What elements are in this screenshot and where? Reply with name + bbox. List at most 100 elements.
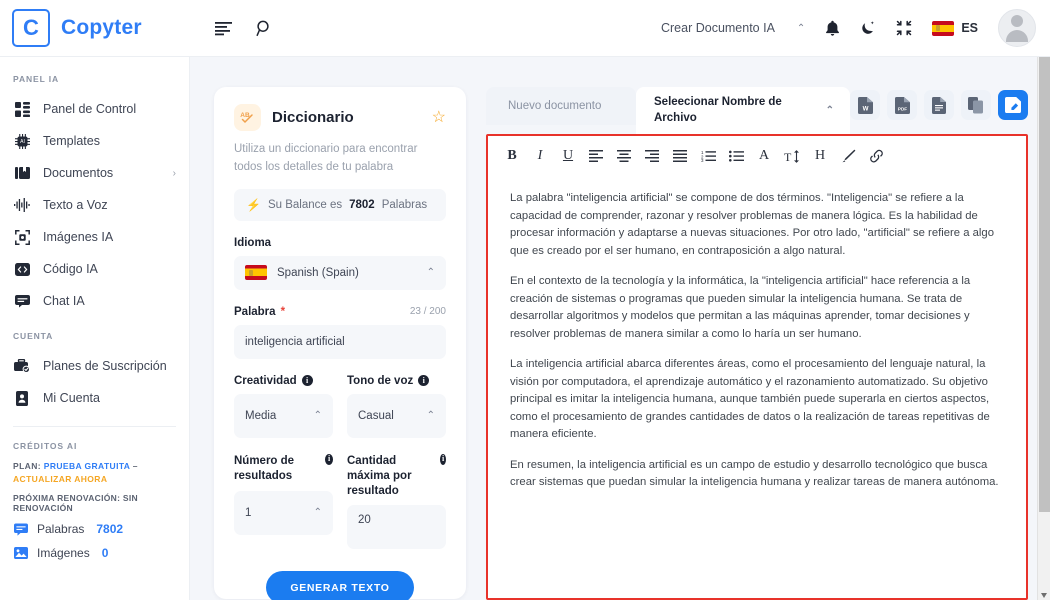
create-document-dropdown[interactable]: Crear Documento IA ⌃	[661, 21, 805, 35]
language-switcher[interactable]: ES	[932, 20, 978, 36]
sidebar-item-label: Templates	[43, 134, 100, 148]
align-justify-icon[interactable]	[666, 144, 694, 168]
chip-ai-icon: AI	[13, 132, 31, 150]
tab-label: Seleecionar Nombre de Archivo	[654, 95, 782, 124]
save-document-button[interactable]	[998, 90, 1028, 120]
max-amount-value: 20	[358, 514, 371, 527]
info-icon[interactable]: i	[418, 375, 430, 387]
sidebar-item-templates[interactable]: AI Templates	[0, 125, 189, 157]
tone-group: Tono de voz i Casual ⌃	[347, 359, 446, 438]
sidebar-item-chat-ia[interactable]: Chat IA	[0, 285, 189, 317]
star-outline-icon[interactable]: ☆	[432, 109, 446, 126]
brand-logo[interactable]: C Copyter	[0, 9, 190, 47]
max-amount-input[interactable]: 20	[347, 505, 446, 550]
align-left-icon[interactable]	[582, 144, 610, 168]
results-group: Número de resultados i 1 ⌃	[234, 438, 333, 550]
numero-label: Número de resultados i	[234, 453, 333, 484]
sidebar-item-codigo-ia[interactable]: Código IA	[0, 253, 189, 285]
results-amount-row: Número de resultados i 1 ⌃ Cantidad máxi…	[234, 438, 446, 550]
export-pdf-button[interactable]: PDF	[887, 90, 917, 120]
tab-seleccionar-nombre-archivo[interactable]: Seleecionar Nombre de Archivo ⌃	[636, 87, 850, 134]
bell-icon[interactable]	[825, 20, 840, 37]
spain-flag-icon	[932, 20, 955, 36]
main-content: AB Diccionario ☆ Utiliza un diccionario …	[190, 57, 1050, 600]
align-center-icon[interactable]	[610, 144, 638, 168]
italic-icon[interactable]: I	[526, 144, 554, 168]
sidebar-item-planes-de-suscripcion[interactable]: Planes de Suscripción	[0, 350, 189, 382]
chevron-up-icon: ⌃	[825, 104, 834, 116]
svg-text:AI: AI	[20, 139, 25, 145]
tono-label: Tono de voz i	[347, 375, 446, 387]
export-text-button[interactable]	[924, 90, 954, 120]
renewal-line: PRÓXIMA RENOVACIÓN: SIN RENOVACIÓN	[13, 492, 138, 513]
link-icon[interactable]	[862, 144, 890, 168]
formatting-toolbar: B I U 1 2 3 A T H	[488, 136, 1026, 174]
image-icon	[13, 546, 28, 561]
palabra-input[interactable]: inteligencia artificial	[234, 324, 446, 359]
cantidad-label-text: Cantidad máxima por resultado	[347, 454, 412, 497]
vertical-scrollbar[interactable]	[1037, 57, 1050, 600]
search-icon[interactable]	[256, 20, 273, 37]
sidebar-item-panel-de-control[interactable]: Panel de Control	[0, 93, 189, 125]
highlight-icon[interactable]	[834, 144, 862, 168]
idioma-label-text: Idioma	[234, 236, 272, 249]
scroll-down-arrow-icon[interactable]	[1041, 593, 1047, 598]
svg-text:W: W	[862, 105, 868, 112]
ordered-list-icon[interactable]: 1 2 3	[694, 144, 722, 168]
plan-upgrade-link[interactable]: ACTUALIZAR AHORA	[13, 474, 107, 484]
menu-lines-icon[interactable]	[215, 21, 232, 36]
generate-text-button[interactable]: GENERAR TEXTO	[266, 571, 414, 600]
id-card-icon	[13, 389, 31, 407]
heading-icon[interactable]: H	[806, 144, 834, 168]
font-family-icon[interactable]: A	[750, 144, 778, 168]
font-size-icon[interactable]: T	[778, 144, 806, 168]
dashboard-icon	[13, 100, 31, 118]
chat-bubble-icon	[13, 522, 28, 537]
underline-icon[interactable]: U	[554, 144, 582, 168]
align-right-icon[interactable]	[638, 144, 666, 168]
language-select[interactable]: Spanish (Spain) ⌃	[234, 255, 446, 290]
moon-icon[interactable]	[860, 20, 876, 36]
sidebar-item-mi-cuenta[interactable]: Mi Cuenta	[0, 382, 189, 414]
creatividad-label-text: Creatividad	[234, 374, 297, 387]
sidebar-section-credits: CRÉDITOS AI	[13, 441, 78, 451]
avatar[interactable]	[998, 9, 1036, 47]
sidebar: PANEL IA Panel de Control AI Templates D…	[0, 57, 190, 600]
logo-letter: C	[23, 15, 39, 40]
sidebar-item-texto-a-voz[interactable]: Texto a Voz	[0, 189, 189, 221]
credit-label: Imágenes	[37, 546, 90, 560]
sidebar-item-documentos[interactable]: Documentos ›	[0, 157, 189, 189]
sidebar-item-label: Código IA	[43, 262, 98, 276]
cantidad-label: Cantidad máxima por resultado i	[347, 453, 446, 499]
scrollbar-thumb[interactable]	[1039, 57, 1050, 512]
info-icon[interactable]: i	[301, 375, 313, 387]
credit-label: Palabras	[37, 522, 85, 536]
palabra-counter: 23 / 200	[409, 306, 446, 318]
svg-text:PDF: PDF	[897, 106, 906, 111]
export-word-button[interactable]: W	[850, 90, 880, 120]
sidebar-item-label: Documentos	[43, 166, 114, 180]
creativity-select[interactable]: Media ⌃	[234, 393, 333, 438]
chevron-up-icon: ⌃	[313, 410, 322, 422]
sidebar-section-account: CUENTA	[13, 331, 54, 341]
info-icon[interactable]: i	[325, 453, 333, 465]
sidebar-item-label: Chat IA	[43, 294, 85, 308]
language-select-value: Spanish (Spain)	[277, 266, 359, 279]
copy-button[interactable]	[961, 90, 991, 120]
sidebar-item-imagenes-ia[interactable]: Imágenes IA	[0, 221, 189, 253]
bullet-list-icon[interactable]	[722, 144, 750, 168]
creativity-select-value: Media	[245, 409, 277, 422]
document-tabs: Nuevo documento Seleecionar Nombre de Ar…	[486, 87, 1028, 134]
balance-value: 7802	[349, 198, 375, 211]
briefcase-check-icon	[13, 357, 31, 375]
svg-text:3: 3	[701, 158, 704, 162]
tab-nuevo-documento[interactable]: Nuevo documento	[486, 87, 636, 125]
results-count-select[interactable]: 1 ⌃	[234, 490, 333, 535]
bold-icon[interactable]: B	[498, 144, 526, 168]
collapse-icon[interactable]	[896, 20, 912, 36]
info-icon[interactable]: i	[440, 453, 446, 465]
document-text-area[interactable]: La palabra "inteligencia artificial" se …	[488, 174, 1026, 519]
dictionary-form-card: AB Diccionario ☆ Utiliza un diccionario …	[214, 87, 466, 600]
tone-select[interactable]: Casual ⌃	[347, 393, 446, 438]
chat-icon	[13, 292, 31, 310]
